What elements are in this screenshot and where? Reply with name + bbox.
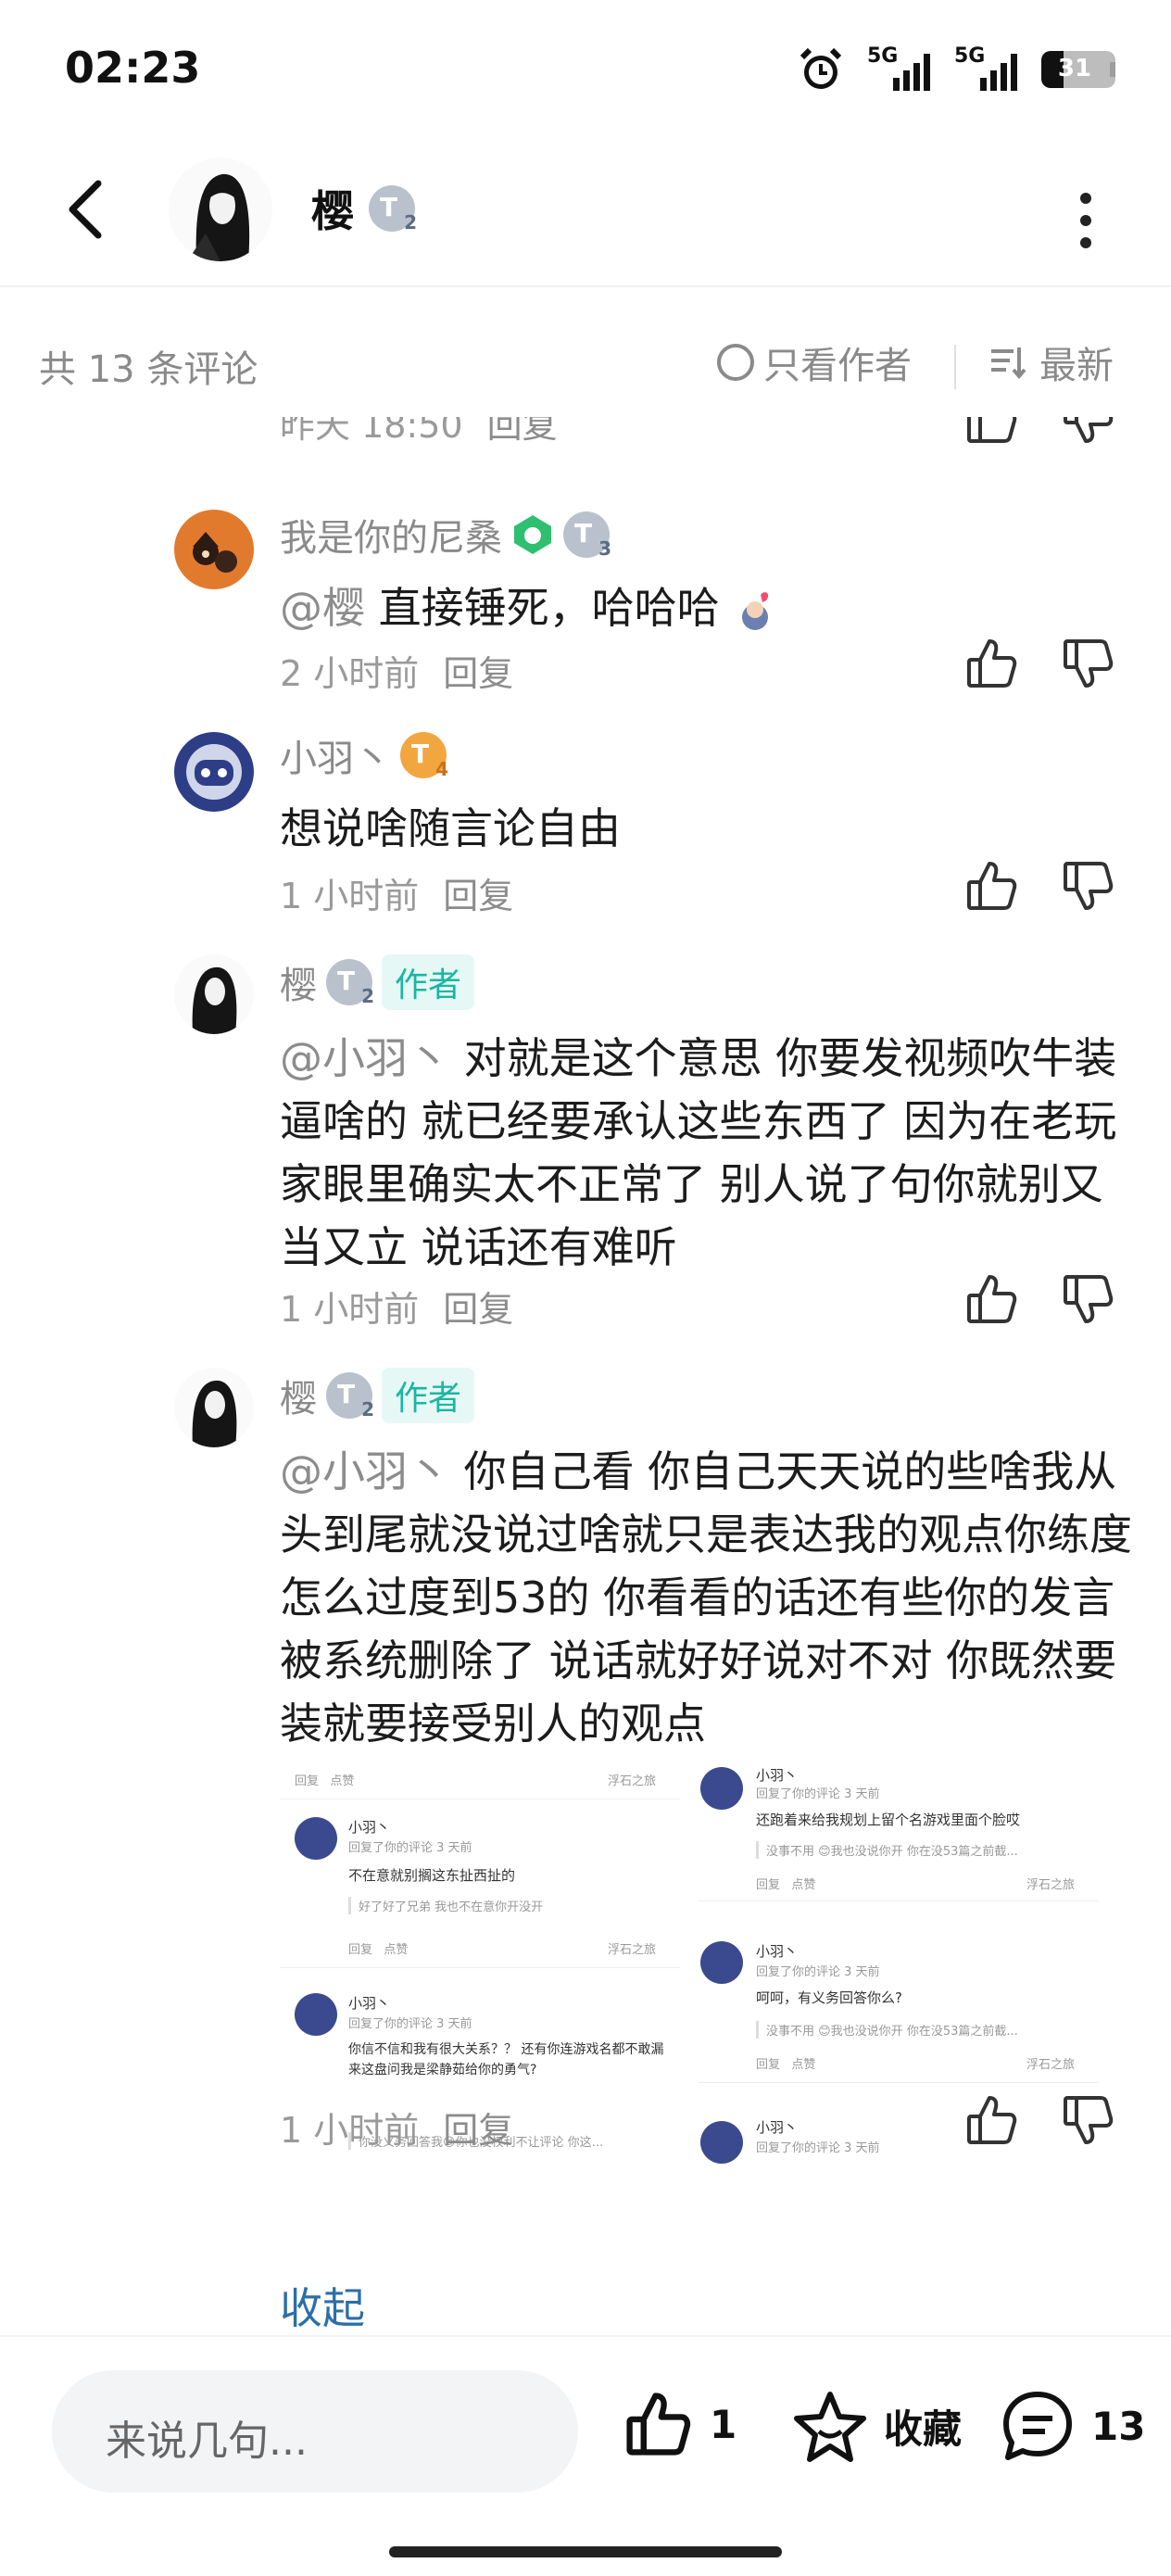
thumb-up-icon[interactable]: [963, 1271, 1019, 1327]
comment-count: 共 13 条评论: [39, 348, 258, 391]
home-indicator[interactable]: [389, 2546, 782, 2557]
thumb-down-icon[interactable]: [1060, 1271, 1115, 1327]
mention-link[interactable]: @小羽丶: [280, 1446, 450, 1496]
thumb-up-icon[interactable]: [963, 2092, 1019, 2148]
thumb-up-icon: [623, 2389, 693, 2459]
collapse-replies-link[interactable]: 收起: [280, 2275, 365, 2336]
commenter-avatar[interactable]: [174, 510, 254, 589]
level-badge: T2: [326, 959, 374, 1007]
commenter-name[interactable]: 樱 T2 作者: [280, 1368, 475, 1423]
comment-text: 想说啥随言论自由: [280, 803, 621, 853]
author-only-toggle[interactable]: 只看作者: [717, 335, 912, 389]
mention-link[interactable]: @樱: [280, 583, 365, 633]
commenter-name[interactable]: 小羽丶 T4: [280, 728, 448, 782]
thumb-up-icon[interactable]: [963, 417, 1019, 447]
favorite-button[interactable]: 收藏: [793, 2389, 962, 2463]
thumb-down-icon[interactable]: [1060, 2092, 1115, 2148]
like-button[interactable]: 1: [623, 2389, 737, 2459]
alarm-icon: [800, 47, 842, 89]
commenter-avatar[interactable]: [174, 732, 254, 812]
battery-indicator: 31: [1041, 51, 1115, 88]
comment-meta: 昨天 18:50 回复: [280, 417, 558, 448]
reply-button[interactable]: 回复: [443, 653, 513, 694]
reply-button[interactable]: 回复: [487, 417, 558, 446]
divider: [954, 345, 956, 389]
back-arrow-icon[interactable]: [59, 176, 115, 243]
reply-button[interactable]: 回复: [443, 876, 513, 916]
radio-circle-icon: [717, 344, 754, 381]
author-badge: 作者: [382, 954, 475, 1010]
comment-sort-bar: 共 13 条评论 只看作者 最新: [0, 315, 1171, 408]
comment-input[interactable]: 来说几句...: [52, 2370, 578, 2493]
sticker-emoji-icon: [742, 591, 769, 630]
signal-5g-2: 5G: [954, 44, 1017, 91]
comment-list: 昨天 18:50 回复 我是你的尼桑 T3 @樱 直接锤死，哈哈哈 2 小时前 回复: [0, 417, 1171, 2335]
status-bar: 02:23 5G 5G 31: [0, 0, 1171, 139]
author-badge: 作者: [382, 1368, 475, 1423]
thumb-up-icon[interactable]: [963, 636, 1019, 691]
bottom-action-bar: 来说几句... 1 收藏 13: [0, 2335, 1171, 2576]
comment-count-button[interactable]: 13: [1001, 2389, 1145, 2463]
commenter-name[interactable]: 我是你的尼桑 T3: [280, 508, 611, 562]
commenter-name[interactable]: 樱 T2 作者: [280, 954, 475, 1010]
reply-button[interactable]: 回复: [443, 2110, 513, 2151]
comment-text: @樱 直接锤死，哈哈哈: [280, 576, 1132, 639]
more-vertical-icon[interactable]: [1080, 193, 1093, 248]
signal-5g-1: 5G: [867, 44, 930, 91]
comment-text: @小羽丶 对就是这个意思 你要发视频吹牛装逼啥的 就已经要承认这些东西了 因为在…: [280, 1033, 1117, 1272]
comment-meta: 1 小时前 回复: [280, 876, 514, 916]
comment-text: @小羽丶 你自己看 你自己天天说的些啥我从头到尾就没说过啥就只是表达我的观点你练…: [280, 1446, 1132, 1749]
comment-meta: 2 小时前 回复: [280, 653, 514, 694]
commenter-avatar[interactable]: [174, 1368, 254, 1447]
thumb-down-icon[interactable]: [1060, 636, 1115, 691]
level-badge: T4: [400, 732, 448, 780]
status-icons: 5G 5G 31: [799, 44, 1115, 95]
thumb-down-icon[interactable]: [1060, 858, 1115, 914]
sort-icon: [991, 347, 1026, 379]
comment-meta: 1 小时前 回复: [280, 1289, 514, 1330]
status-time: 02:23: [65, 43, 201, 93]
reply-button[interactable]: 回复: [443, 1289, 513, 1330]
sort-latest-button[interactable]: 最新: [989, 335, 1114, 389]
author-avatar[interactable]: [169, 158, 272, 261]
attachment-image-2[interactable]: 小羽丶 回复了你的评论 3 天前 还跑着来给我规划上留个名游戏里面个脸哎 没事不…: [699, 1765, 1099, 2164]
thumb-up-icon[interactable]: [963, 858, 1019, 914]
author-name[interactable]: 樱: [311, 178, 354, 239]
star-icon: [794, 2392, 866, 2462]
commenter-avatar[interactable]: [174, 954, 254, 1034]
thumb-down-icon[interactable]: [1060, 417, 1115, 447]
level-badge: T2: [326, 1372, 374, 1421]
game-badge-icon: [514, 515, 551, 554]
level-badge: T2: [369, 185, 417, 234]
post-header: 樱 T2: [0, 139, 1171, 287]
mention-link[interactable]: @小羽丶: [280, 1033, 450, 1083]
comment-meta: 1 小时前 回复: [280, 2110, 514, 2151]
comment-bubble-icon: [1003, 2392, 1072, 2460]
level-badge: T3: [563, 511, 611, 560]
